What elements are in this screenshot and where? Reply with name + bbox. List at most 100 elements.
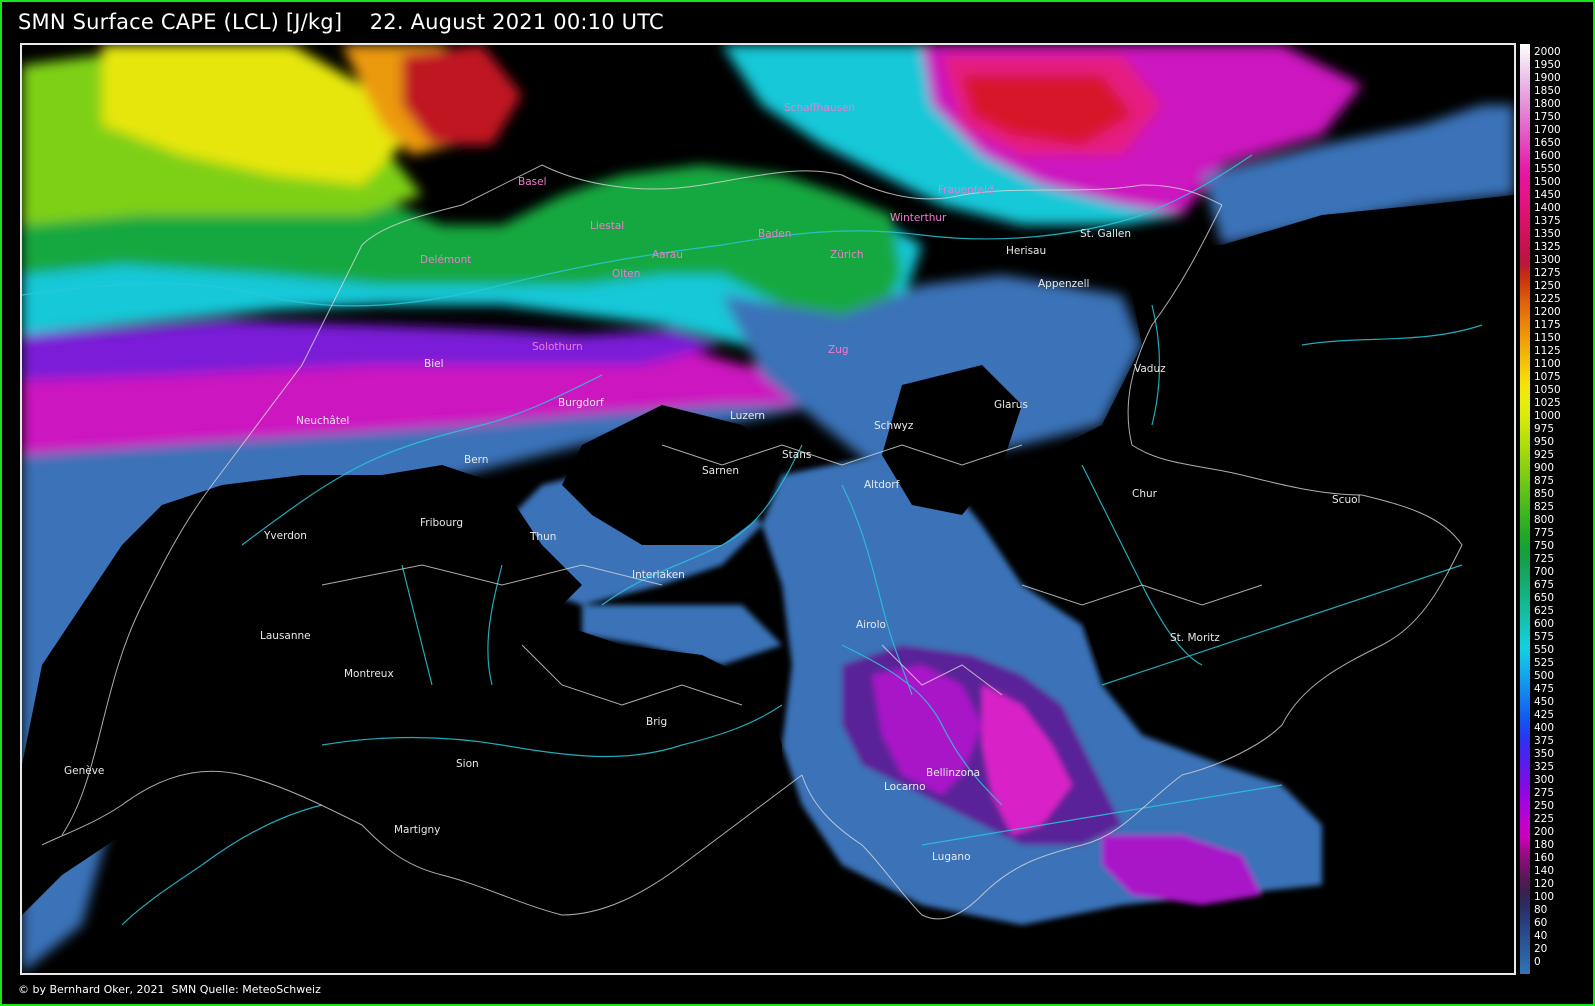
legend-label: 1950 (1534, 59, 1561, 71)
legend-label: 1600 (1534, 150, 1561, 162)
legend-label: 1400 (1534, 202, 1561, 214)
city-label: Schaffhausen (784, 102, 856, 114)
legend-label: 275 (1534, 787, 1555, 799)
legend-label: 120 (1534, 878, 1555, 890)
legend-label: 925 (1534, 449, 1555, 461)
legend-label: 325 (1534, 761, 1555, 773)
legend-label: 1900 (1534, 72, 1561, 84)
legend-label: 650 (1534, 592, 1555, 604)
city-label: Zürich (830, 249, 864, 261)
city-label: Stans (782, 449, 812, 461)
legend-label: 1350 (1534, 228, 1561, 240)
city-label: Vaduz (1134, 363, 1166, 375)
city-label: Solothurn (532, 341, 583, 353)
city-label: Chur (1132, 488, 1157, 500)
legend-label: 725 (1534, 553, 1555, 565)
legend-label: 0 (1534, 956, 1541, 968)
city-label: Neuchâtel (296, 415, 350, 427)
legend-label: 350 (1534, 748, 1555, 760)
city-label: Olten (612, 268, 641, 280)
city-label: Biel (424, 358, 444, 370)
legend-label: 575 (1534, 631, 1555, 643)
legend-label: 800 (1534, 514, 1555, 526)
legend-label: 400 (1534, 722, 1555, 734)
legend-label: 950 (1534, 436, 1555, 448)
city-label: Scuol (1332, 494, 1361, 506)
city-label: St. Gallen (1080, 228, 1131, 240)
legend-label: 1550 (1534, 163, 1561, 175)
legend-color-bar (1520, 44, 1530, 974)
legend-label: 1850 (1534, 85, 1561, 97)
cape-map: Schaffhausen Frauenfeld Basel Liestal Ba… (20, 43, 1516, 975)
legend-label: 160 (1534, 852, 1555, 864)
legend-label: 2000 (1534, 46, 1561, 58)
city-label: Altdorf (864, 479, 900, 491)
legend-label: 675 (1534, 579, 1555, 591)
legend-label: 875 (1534, 475, 1555, 487)
city-label: Yverdon (264, 530, 307, 542)
legend-label: 825 (1534, 501, 1555, 513)
legend-label: 100 (1534, 891, 1555, 903)
map-title: SMN Surface CAPE (LCL) [J/kg] 22. August… (18, 10, 664, 34)
city-label: Sion (456, 758, 479, 770)
legend-label: 550 (1534, 644, 1555, 656)
city-label: Schwyz (874, 420, 914, 432)
legend-label: 1325 (1534, 241, 1561, 253)
city-label: Frauenfeld (938, 184, 994, 196)
legend-label: 40 (1534, 930, 1548, 942)
legend-label: 60 (1534, 917, 1548, 929)
city-label: Airolo (856, 619, 886, 631)
legend-label: 1125 (1534, 345, 1561, 357)
legend-label: 425 (1534, 709, 1555, 721)
legend-label: 1100 (1534, 358, 1561, 370)
city-label: Baden (758, 228, 792, 240)
city-label: Martigny (394, 824, 441, 836)
city-label: Winterthur (890, 212, 947, 224)
legend-label: 750 (1534, 540, 1555, 552)
city-label: Luzern (730, 410, 766, 422)
city-label: Locarno (884, 781, 926, 793)
legend-label: 1250 (1534, 280, 1561, 292)
legend-label: 1175 (1534, 319, 1561, 331)
legend-label: 700 (1534, 566, 1555, 578)
legend-label: 80 (1534, 904, 1548, 916)
legend-label: 1500 (1534, 176, 1561, 188)
legend-label: 900 (1534, 462, 1555, 474)
legend-label: 140 (1534, 865, 1555, 877)
legend-label: 1025 (1534, 397, 1561, 409)
city-label: Delémont (420, 254, 472, 266)
legend-label: 1225 (1534, 293, 1561, 305)
city-label: Herisau (1006, 245, 1047, 257)
legend-label: 1375 (1534, 215, 1561, 227)
city-label: Aarau (652, 249, 684, 261)
legend-label: 250 (1534, 800, 1555, 812)
legend-label: 200 (1534, 826, 1555, 838)
legend-label: 1200 (1534, 306, 1561, 318)
city-label: Burgdorf (558, 397, 604, 409)
cape-field-svg (22, 45, 1514, 973)
legend-label: 600 (1534, 618, 1555, 630)
city-label: Basel (518, 176, 547, 188)
legend-label: 1750 (1534, 111, 1561, 123)
city-label: Thun (530, 531, 557, 543)
legend-label: 500 (1534, 670, 1555, 682)
legend-label: 975 (1534, 423, 1555, 435)
legend-label: 450 (1534, 696, 1555, 708)
legend-label: 1050 (1534, 384, 1561, 396)
city-label: Lugano (932, 851, 971, 863)
legend-label: 1150 (1534, 332, 1561, 344)
city-label: Genève (64, 765, 105, 777)
copyright-footer: © by Bernhard Oker, 2021 SMN Quelle: Met… (18, 983, 321, 996)
legend-label: 375 (1534, 735, 1555, 747)
city-label: Brig (646, 716, 668, 728)
legend-label: 1075 (1534, 371, 1561, 383)
legend-label: 1450 (1534, 189, 1561, 201)
legend-label: 775 (1534, 527, 1555, 539)
city-label: St. Moritz (1170, 632, 1220, 644)
city-label: Zug (828, 344, 849, 356)
city-label: Montreux (344, 668, 394, 680)
city-label: Lausanne (260, 630, 311, 642)
city-label: Glarus (994, 399, 1028, 411)
city-label: Bern (464, 454, 489, 466)
legend-label: 1000 (1534, 410, 1561, 422)
